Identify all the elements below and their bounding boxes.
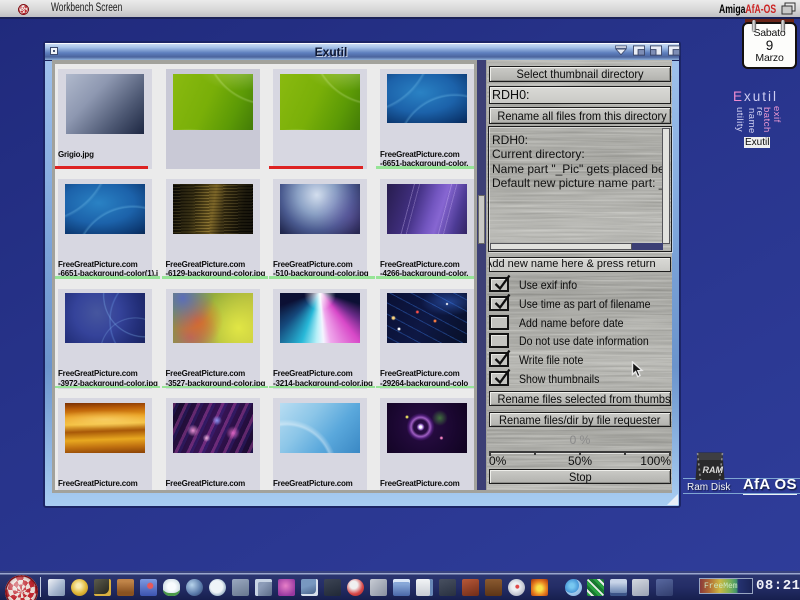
svg-text:RAM: RAM xyxy=(703,465,724,475)
